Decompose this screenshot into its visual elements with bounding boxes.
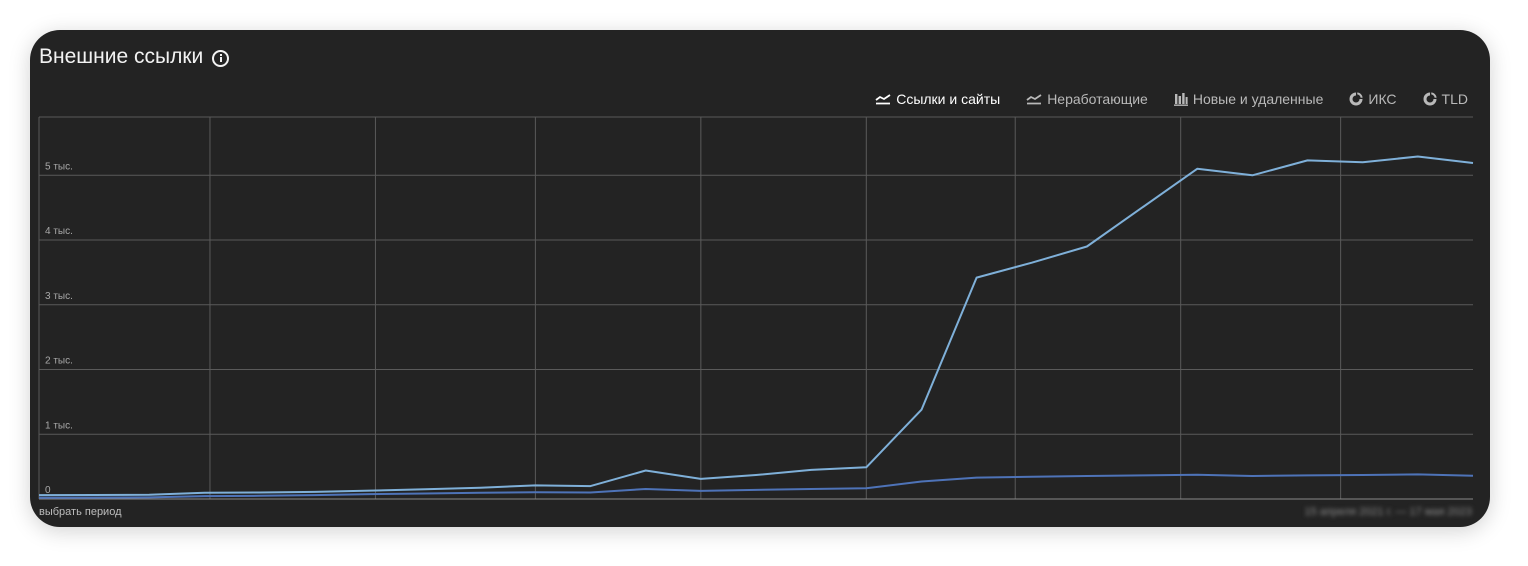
series-line-1: [38, 473, 1474, 499]
y-tick-label: 2 тыс.: [45, 356, 73, 367]
y-tick-label: 5 тыс.: [45, 161, 73, 172]
links-line-chart: 01 тыс.2 тыс.3 тыс.4 тыс.5 тыс.: [38, 116, 1474, 500]
series-line-0: [38, 155, 1474, 497]
y-tick-label: 3 тыс.: [45, 291, 73, 302]
date-range-label: 15 апреля 2021 г. — 17 мая 2023: [1304, 506, 1473, 518]
select-period-link[interactable]: выбрать период: [39, 506, 122, 518]
external-links-panel: Внешние ссылки Ссылки и сайты Неработающ…: [30, 30, 1490, 527]
y-tick-label: 1 тыс.: [45, 420, 73, 431]
y-tick-label: 4 тыс.: [45, 226, 73, 237]
